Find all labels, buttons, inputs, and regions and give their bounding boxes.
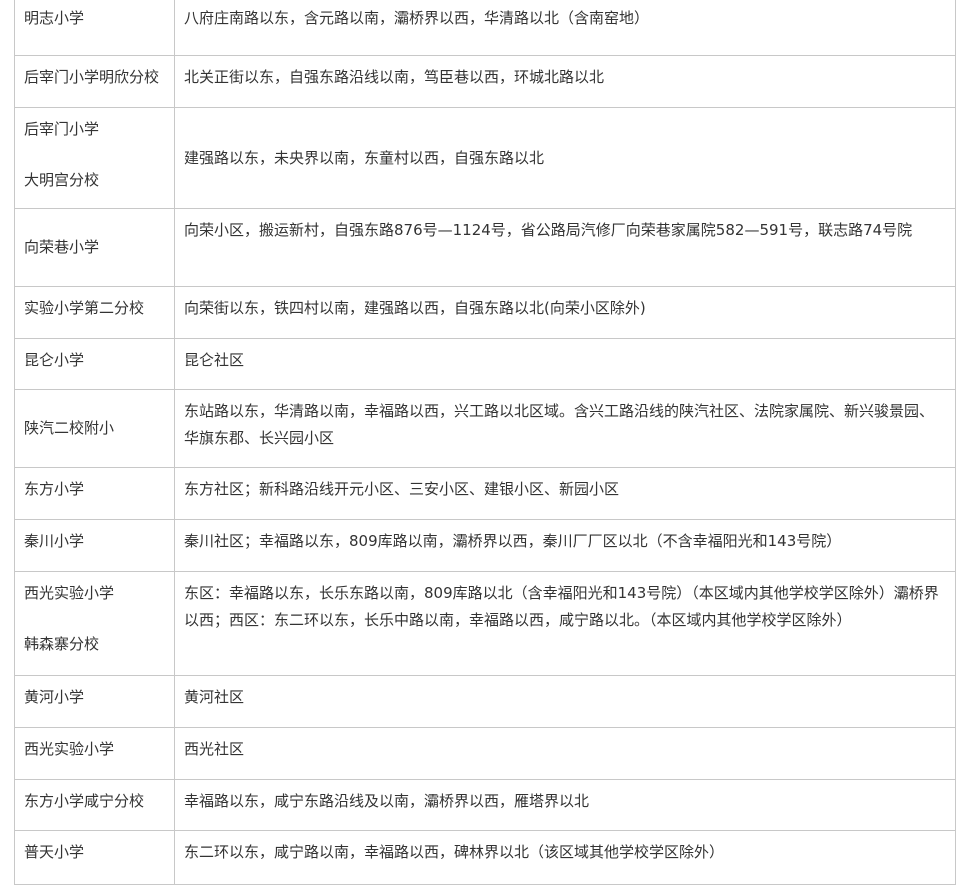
table-row: 明志小学 八府庄南路以东，含元路以南，灞桥界以西，华清路以北（含南窑地）	[14, 0, 956, 56]
district-area-cell: 东区：幸福路以东，长乐东路以南，809库路以北（含幸福阳光和143号院）（本区域…	[174, 571, 956, 676]
school-district-table: 明志小学 八府庄南路以东，含元路以南，灞桥界以西，华清路以北（含南窑地） 后宰门…	[14, 0, 956, 885]
school-district-table-wrap: 明志小学 八府庄南路以东，含元路以南，灞桥界以西，华清路以北（含南窑地） 后宰门…	[14, 0, 956, 885]
school-name-cell: 西光实验小学 韩森寨分校	[14, 571, 175, 676]
district-area-cell: 西光社区	[174, 727, 956, 780]
table-row: 后宰门小学 大明宫分校 建强路以东，未央界以南，东童村以西，自强东路以北	[14, 107, 956, 209]
table-row: 后宰门小学明欣分校 北关正街以东，自强东路沿线以南，笃臣巷以西，环城北路以北	[14, 55, 956, 108]
school-name-cell: 向荣巷小学	[14, 208, 175, 287]
district-area-cell: 东二环以东，咸宁路以南，幸福路以西，碑林界以北（该区域其他学校学区除外）	[174, 830, 956, 885]
district-area-cell: 北关正街以东，自强东路沿线以南，笃臣巷以西，环城北路以北	[174, 55, 956, 108]
school-name-cell: 实验小学第二分校	[14, 286, 175, 339]
table-row: 陕汽二校附小 东站路以东，华清路以南，幸福路以西，兴工路以北区域。含兴工路沿线的…	[14, 389, 956, 468]
district-area-cell: 向荣街以东，铁四村以南，建强路以西，自强东路以北(向荣小区除外)	[174, 286, 956, 339]
district-area-cell: 昆仑社区	[174, 338, 956, 390]
school-name-line: 后宰门小学	[24, 120, 100, 138]
district-area-cell: 东方社区；新科路沿线开元小区、三安小区、建银小区、新园小区	[174, 467, 956, 520]
table-row: 东方小学咸宁分校 幸福路以东，咸宁东路沿线及以南，灞桥界以西，雁塔界以北	[14, 779, 956, 831]
table-row: 东方小学 东方社区；新科路沿线开元小区、三安小区、建银小区、新园小区	[14, 467, 956, 520]
school-name-cell: 西光实验小学	[14, 727, 175, 780]
table-row: 向荣巷小学 向荣小区，搬运新村，自强东路876号—1124号，省公路局汽修厂向荣…	[14, 208, 956, 287]
school-name-cell: 东方小学咸宁分校	[14, 779, 175, 831]
table-row: 秦川小学 秦川社区；幸福路以东，809库路以南，灞桥界以西，秦川厂厂区以北（不含…	[14, 519, 956, 572]
table-row: 西光实验小学 韩森寨分校 东区：幸福路以东，长乐东路以南，809库路以北（含幸福…	[14, 571, 956, 676]
school-name-cell: 普天小学	[14, 830, 175, 885]
table-row: 实验小学第二分校 向荣街以东，铁四村以南，建强路以西，自强东路以北(向荣小区除外…	[14, 286, 956, 339]
district-area-cell: 黄河社区	[174, 675, 956, 728]
table-row: 黄河小学 黄河社区	[14, 675, 956, 728]
district-area-cell: 秦川社区；幸福路以东，809库路以南，灞桥界以西，秦川厂厂区以北（不含幸福阳光和…	[174, 519, 956, 572]
school-name-cell: 黄河小学	[14, 675, 175, 728]
table-row: 昆仑小学 昆仑社区	[14, 338, 956, 390]
table-row: 西光实验小学 西光社区	[14, 727, 956, 780]
district-area-cell: 八府庄南路以东，含元路以南，灞桥界以西，华清路以北（含南窑地）	[174, 0, 956, 56]
school-name-line: 西光实验小学	[24, 584, 115, 602]
school-name-cell: 后宰门小学 大明宫分校	[14, 107, 175, 209]
district-area-cell: 建强路以东，未央界以南，东童村以西，自强东路以北	[174, 107, 956, 209]
school-name-cell: 东方小学	[14, 467, 175, 520]
district-area-cell: 幸福路以东，咸宁东路沿线及以南，灞桥界以西，雁塔界以北	[174, 779, 956, 831]
district-area-cell: 向荣小区，搬运新村，自强东路876号—1124号，省公路局汽修厂向荣巷家属院58…	[174, 208, 956, 287]
school-name-cell: 后宰门小学明欣分校	[14, 55, 175, 108]
school-name-cell: 明志小学	[14, 0, 175, 56]
school-name-line: 大明宫分校	[24, 171, 100, 189]
school-name-cell: 秦川小学	[14, 519, 175, 572]
district-area-cell: 东站路以东，华清路以南，幸福路以西，兴工路以北区域。含兴工路沿线的陕汽社区、法院…	[174, 389, 956, 468]
table-row: 普天小学 东二环以东，咸宁路以南，幸福路以西，碑林界以北（该区域其他学校学区除外…	[14, 830, 956, 885]
school-name-line: 韩森寨分校	[24, 635, 100, 653]
school-name-cell: 陕汽二校附小	[14, 389, 175, 468]
school-name-cell: 昆仑小学	[14, 338, 175, 390]
